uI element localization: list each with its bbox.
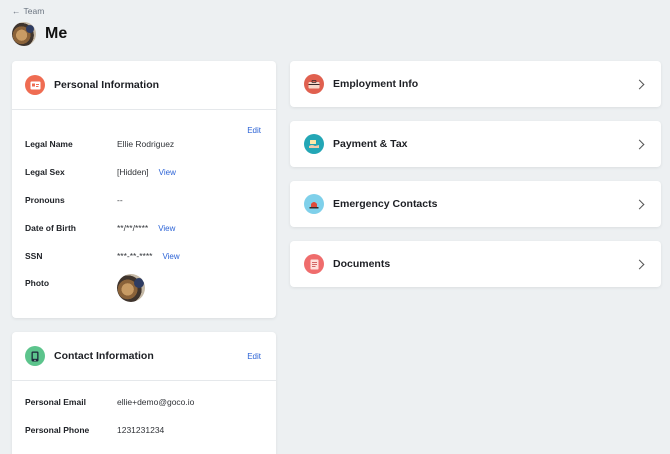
payment-tax-label: Payment & Tax — [333, 138, 408, 150]
emergency-contacts-card[interactable]: Emergency Contacts — [290, 181, 661, 227]
siren-icon — [304, 194, 324, 214]
field-value: Ellie Rodriguez — [117, 139, 175, 149]
field-value: ellie+demo@goco.io — [117, 397, 195, 407]
field-label: Legal Name — [25, 139, 73, 149]
field-ssn: SSN ***-**-**** View — [25, 242, 263, 270]
view-date-of-birth-link[interactable]: View — [158, 224, 175, 233]
field-label: Personal Email — [25, 397, 86, 407]
field-date-of-birth: Date of Birth **/**/**** View — [25, 214, 263, 242]
field-photo: Photo — [25, 270, 263, 314]
arrow-left-icon: ← — [12, 6, 21, 16]
field-pronouns: Pronouns -- — [25, 186, 263, 214]
contact-information-card: Contact Information Edit Personal Email … — [12, 332, 276, 454]
field-value: -- — [117, 195, 123, 205]
view-ssn-link[interactable]: View — [162, 252, 179, 261]
field-legal-sex: Legal Sex [Hidden] View — [25, 158, 263, 186]
chevron-right-icon — [634, 139, 645, 149]
avatar — [12, 22, 36, 46]
field-label: Pronouns — [25, 195, 65, 205]
contact-edit-button[interactable]: Edit — [247, 352, 261, 361]
employment-info-card[interactable]: Employment Info — [290, 61, 661, 107]
id-card-icon — [25, 75, 45, 95]
field-label: SSN — [25, 251, 43, 261]
chevron-right-icon — [634, 199, 645, 209]
phone-icon — [25, 346, 45, 366]
personal-edit-button[interactable]: Edit — [247, 126, 261, 135]
field-label: Date of Birth — [25, 223, 76, 233]
field-value: 1231231234 — [117, 425, 165, 435]
briefcase-icon — [304, 74, 324, 94]
field-value: [Hidden] — [117, 167, 149, 177]
view-legal-sex-link[interactable]: View — [159, 168, 176, 177]
employment-info-label: Employment Info — [333, 78, 419, 90]
personal-information-header: Personal Information — [12, 61, 276, 110]
field-personal-phone: Personal Phone 1231231234 — [25, 416, 263, 444]
back-link[interactable]: ← Team — [12, 6, 44, 16]
documents-label: Documents — [333, 258, 391, 270]
field-legal-name: Legal Name Ellie Rodriguez — [25, 130, 263, 158]
contact-information-header: Contact Information Edit — [12, 332, 276, 381]
page-header: Me — [12, 22, 67, 46]
field-label: Legal Sex — [25, 167, 65, 177]
back-link-label: Team — [23, 6, 45, 16]
document-icon — [304, 254, 324, 274]
chevron-right-icon — [634, 79, 645, 89]
documents-card[interactable]: Documents — [290, 241, 661, 287]
field-label: Personal Phone — [25, 425, 90, 435]
money-hand-icon — [304, 134, 324, 154]
page-title: Me — [45, 25, 68, 42]
profile-photo — [117, 274, 145, 302]
personal-information-card: Personal Information Edit Legal Name Ell… — [12, 61, 276, 318]
field-value: **/**/**** — [117, 223, 149, 233]
field-label: Photo — [25, 278, 50, 288]
personal-information-title: Personal Information — [54, 79, 160, 91]
chevron-right-icon — [634, 259, 645, 269]
contact-information-title: Contact Information — [54, 350, 154, 362]
field-value: ***-**-**** — [117, 251, 153, 261]
emergency-contacts-label: Emergency Contacts — [333, 198, 438, 210]
payment-tax-card[interactable]: Payment & Tax — [290, 121, 661, 167]
field-personal-email: Personal Email ellie+demo@goco.io — [25, 388, 263, 416]
